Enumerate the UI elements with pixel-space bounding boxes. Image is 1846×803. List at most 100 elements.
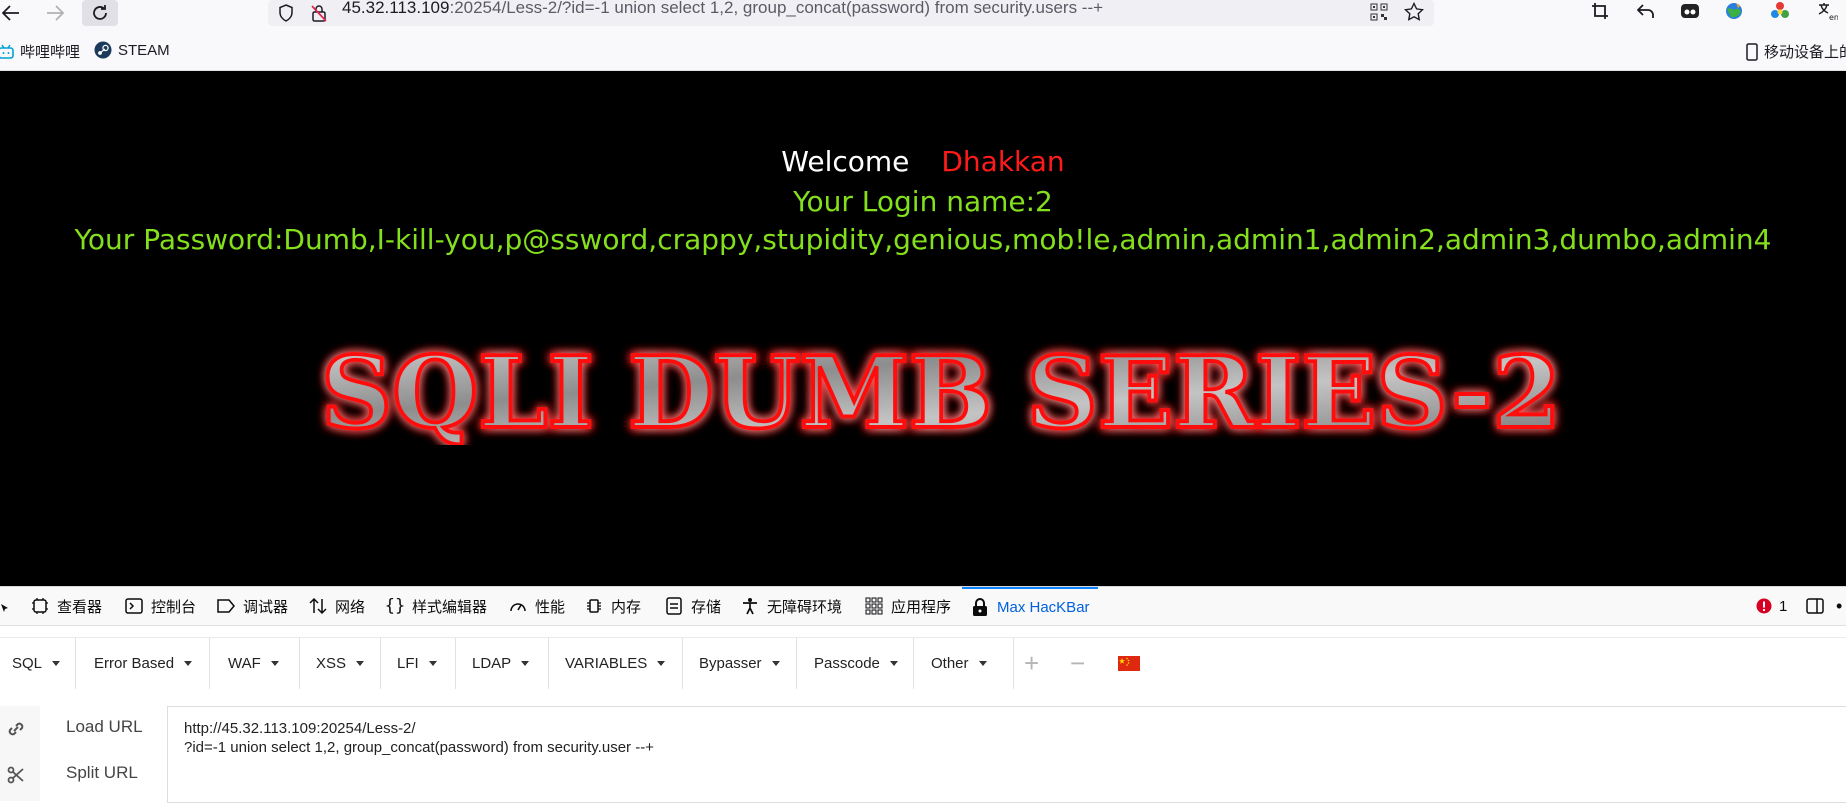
caret-down-icon	[978, 661, 987, 666]
tab-label: 样式编辑器	[412, 598, 488, 616]
console-icon	[124, 596, 144, 616]
link-icon[interactable]	[6, 719, 26, 744]
caret-down-icon	[356, 661, 365, 666]
sqli-banner-image: SQLI DUMB SERIES-2	[319, 335, 1563, 445]
error-count-badge[interactable]: 1	[1754, 587, 1787, 625]
menu-bypasser[interactable]: Bypasser	[683, 638, 797, 689]
caret-down-icon	[52, 661, 61, 666]
color-extension-icon[interactable]	[1768, 0, 1792, 22]
bookmark-steam[interactable]: STEAM	[94, 41, 170, 59]
tab-label: 应用程序	[891, 598, 952, 616]
memory-chip-icon	[584, 596, 604, 616]
bookmark-star-icon[interactable]	[1402, 0, 1426, 24]
tab-label: 控制台	[151, 598, 197, 616]
caret-down-icon	[184, 661, 193, 666]
caret-down-icon	[889, 661, 898, 666]
dock-toggle-button[interactable]	[1806, 587, 1824, 625]
load-url-button[interactable]: Load URL	[66, 717, 143, 737]
error-count: 1	[1779, 597, 1788, 615]
menu-label: Bypasser	[699, 655, 762, 672]
mobile-device-icon	[1746, 42, 1758, 61]
tab-label: 查看器	[57, 598, 103, 616]
welcome-line: Welcome Dhakkan	[0, 145, 1846, 178]
debugger-icon	[216, 596, 236, 616]
bookmarks-toolbar: 哔哩哔哩 STEAM 移动设备上的	[0, 32, 1846, 71]
tab-max-hackbar[interactable]: Max HacKBar	[962, 587, 1098, 625]
tab-label: Max HacKBar	[997, 598, 1090, 616]
menu-label: Error Based	[94, 655, 175, 672]
welcome-name: Dhakkan	[941, 145, 1065, 178]
insecure-lock-icon[interactable]	[308, 3, 330, 23]
scissors-icon[interactable]	[6, 765, 26, 790]
menu-label: LDAP	[472, 655, 512, 672]
menu-ldap[interactable]: LDAP	[456, 638, 549, 689]
caret-down-icon	[270, 661, 279, 666]
element-picker-button[interactable]	[0, 587, 10, 625]
error-icon	[1754, 596, 1774, 616]
tab-label: 存储	[691, 598, 722, 616]
caret-down-icon	[657, 661, 666, 666]
bookmark-label: 哔哩哔哩	[20, 44, 81, 61]
crop-icon[interactable]	[1588, 0, 1612, 22]
menu-label: WAF	[228, 655, 261, 672]
caret-down-icon	[428, 661, 437, 666]
decrease-minus-icon[interactable]: −	[1070, 648, 1085, 679]
gauge-icon	[508, 596, 528, 616]
menu-lfi[interactable]: LFI	[381, 638, 456, 689]
caret-down-icon	[771, 661, 780, 666]
tab-accessibility[interactable]: 无障碍环境	[740, 587, 842, 625]
url-path: :20254/Less-2/?id=-1 union select 1,2, g…	[449, 0, 1104, 17]
more-options-button[interactable]: •	[1836, 587, 1842, 625]
menu-other[interactable]: Other	[914, 638, 1014, 689]
login-name-text: Your Login name:2	[793, 185, 1053, 218]
braces-icon: {}	[384, 596, 406, 616]
menu-error-based[interactable]: Error Based	[76, 638, 210, 689]
translate-extension-icon[interactable]: en	[1812, 0, 1842, 22]
tab-performance[interactable]: 性能	[508, 587, 565, 625]
url-line-1: http://45.32.113.109:20254/Less-2/	[184, 720, 416, 737]
tab-debugger[interactable]: 调试器	[216, 587, 288, 625]
menu-variables[interactable]: VARIABLES	[549, 638, 683, 689]
shield-icon[interactable]	[276, 3, 296, 23]
back-button[interactable]	[0, 0, 26, 26]
tab-network[interactable]: 网络	[308, 587, 365, 625]
increase-plus-icon[interactable]: +	[1024, 648, 1039, 679]
menu-sql[interactable]: SQL	[0, 638, 76, 689]
china-flag-icon[interactable]	[1118, 656, 1140, 676]
forward-button[interactable]	[40, 0, 70, 26]
tab-label: 内存	[611, 598, 642, 616]
qr-code-icon[interactable]	[1368, 1, 1390, 23]
url-textarea[interactable]: http://45.32.113.109:20254/Less-2/ ?id=-…	[167, 706, 1846, 803]
reload-icon	[93, 5, 107, 20]
svg-text:SQLI DUMB SERIES-2: SQLI DUMB SERIES-2	[321, 336, 1561, 445]
undo-icon[interactable]	[1634, 0, 1658, 22]
hackbar-lock-icon	[970, 597, 990, 617]
tab-memory[interactable]: 内存	[584, 587, 641, 625]
split-url-button[interactable]: Split URL	[66, 763, 138, 783]
tab-label: 性能	[535, 598, 566, 616]
steam-icon	[94, 41, 112, 59]
bookmark-bilibili[interactable]: 哔哩哔哩	[0, 41, 80, 62]
globe-extension-icon[interactable]	[1722, 0, 1746, 22]
browser-navbar: 45.32.113.109:20254/Less-2/?id=-1 union …	[0, 0, 1846, 32]
back-arrow-icon	[2, 5, 19, 21]
menu-label: SQL	[12, 655, 43, 672]
menu-passcode[interactable]: Passcode	[797, 638, 914, 689]
url-text[interactable]: 45.32.113.109:20254/Less-2/?id=-1 union …	[342, 0, 1103, 18]
menu-waf[interactable]: WAF	[210, 638, 300, 689]
bookmark-mobile[interactable]: 移动设备上的	[1746, 41, 1846, 62]
tab-style-editor[interactable]: {} 样式编辑器	[385, 587, 487, 625]
forward-arrow-icon	[47, 5, 64, 21]
tab-storage[interactable]: 存储	[664, 587, 721, 625]
extension-mask-icon[interactable]	[1678, 0, 1702, 22]
menu-label: Passcode	[814, 655, 880, 672]
caret-down-icon	[521, 661, 530, 666]
menu-xss[interactable]: XSS	[300, 638, 381, 689]
tab-label: 无障碍环境	[767, 598, 843, 616]
tab-application[interactable]: 应用程序	[864, 587, 951, 625]
tab-inspector[interactable]: 查看器	[30, 587, 102, 625]
tab-console[interactable]: 控制台	[124, 587, 196, 625]
accessibility-icon	[740, 596, 760, 616]
reload-button[interactable]	[82, 0, 118, 26]
bilibili-icon	[0, 44, 14, 59]
